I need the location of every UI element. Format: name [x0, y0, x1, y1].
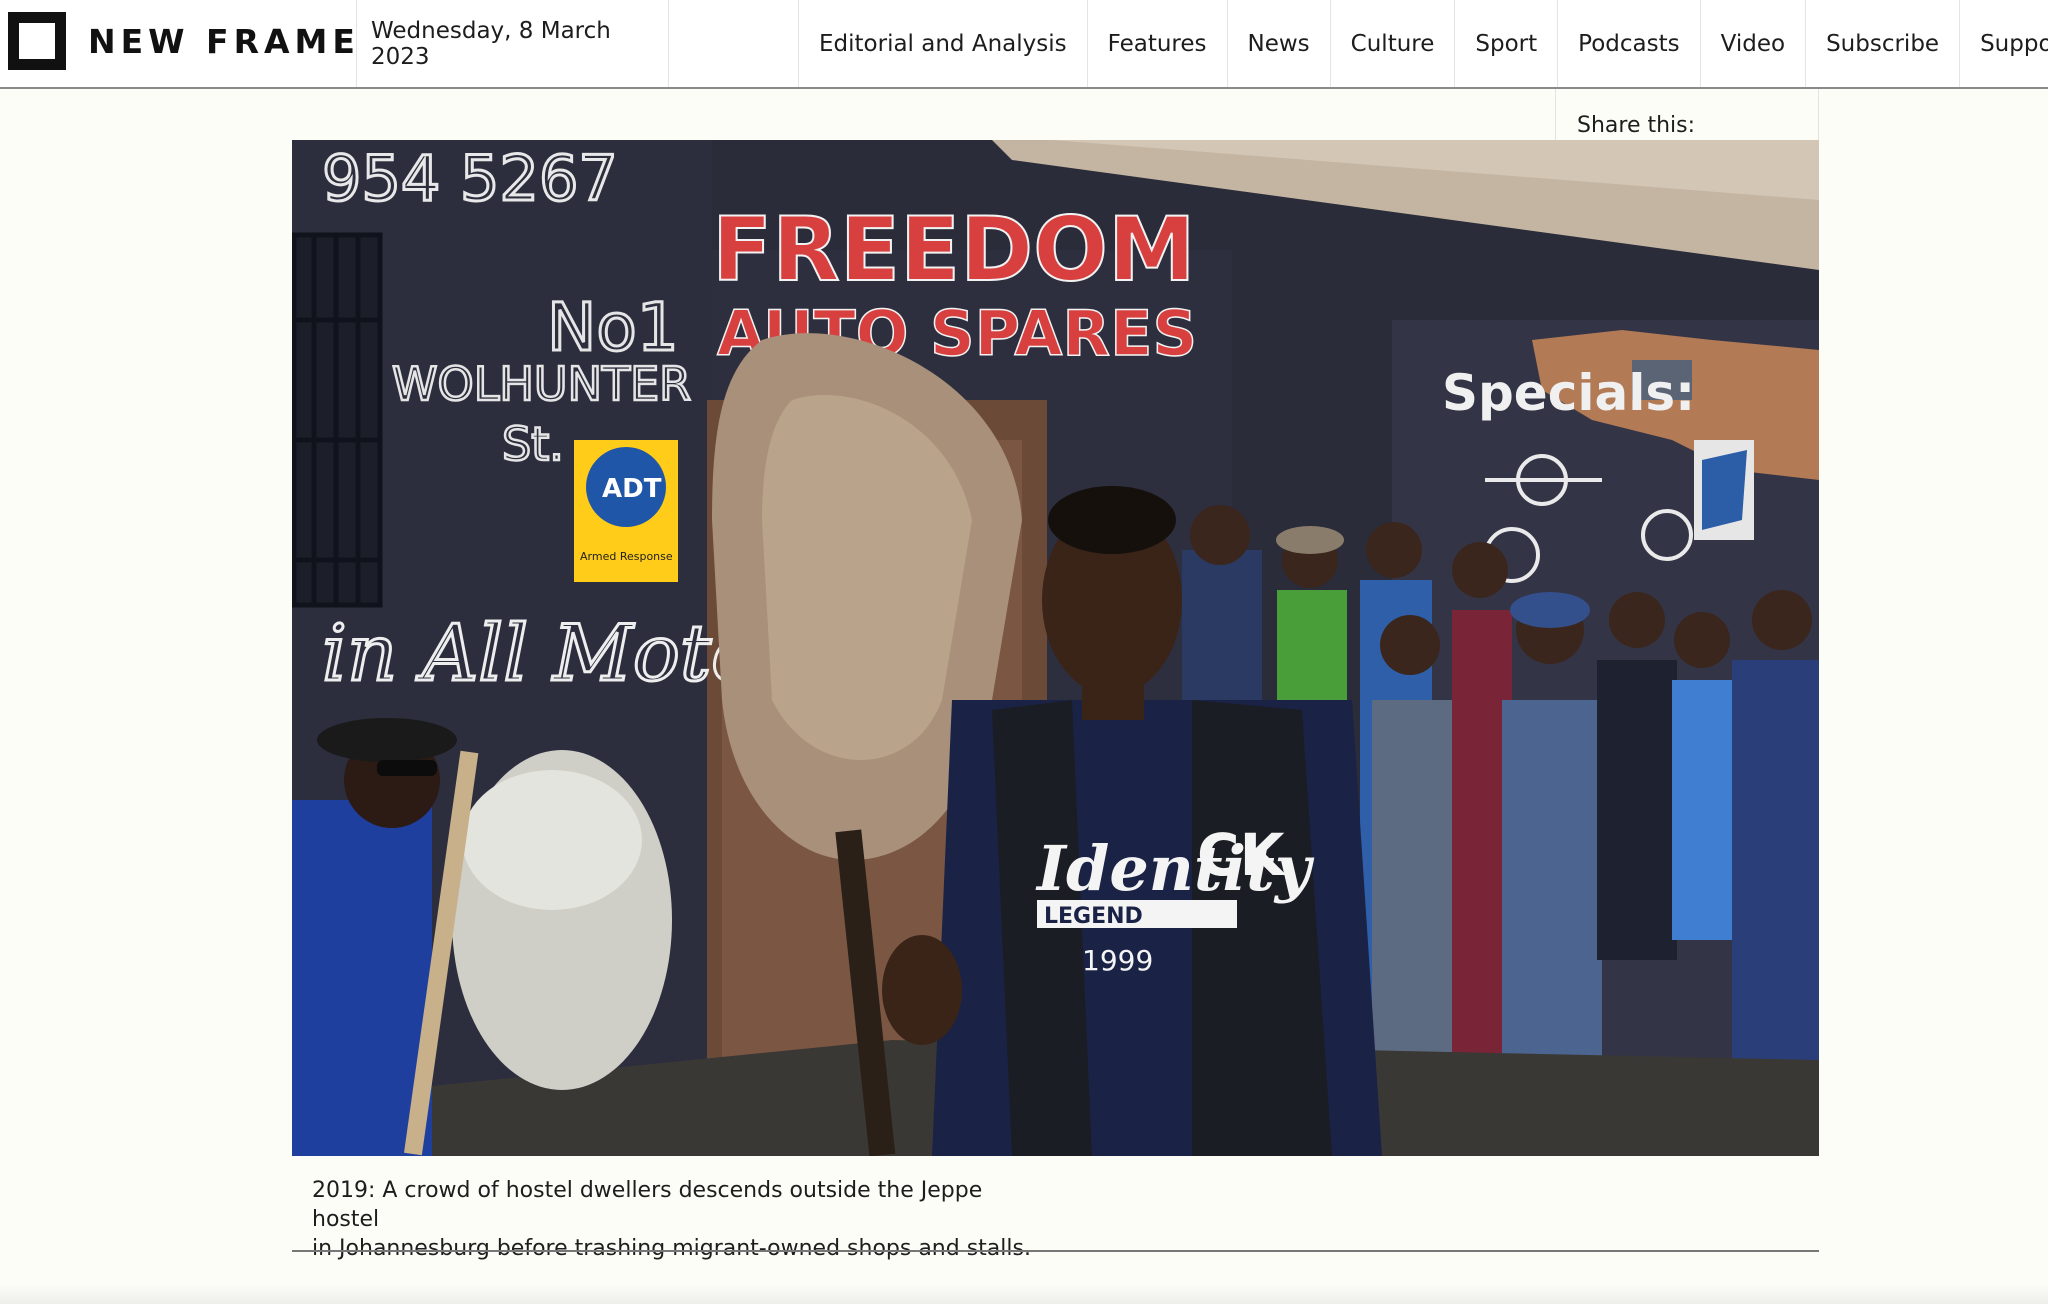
photo-illustration: 954 5267 FREEDOM AUTO SPARES No1 WOLHUNT… — [292, 140, 1819, 1156]
nav-podcasts[interactable]: Podcasts — [1558, 0, 1701, 87]
share-box: Share this: — [1555, 89, 1819, 140]
caption-divider — [292, 1250, 1819, 1252]
brand-name: NEW FRAME — [88, 21, 360, 61]
nav-editorial-and-analysis[interactable]: Editorial and Analysis — [799, 0, 1088, 87]
vest-text: CK — [1197, 821, 1287, 889]
shirt-sub-text: LEGEND — [1044, 904, 1143, 929]
wall-specials-text: Specials: — [1442, 364, 1695, 422]
nav-features[interactable]: Features — [1088, 0, 1228, 87]
article-photo: 954 5267 FREEDOM AUTO SPARES No1 WOLHUNT… — [292, 140, 1819, 1156]
nav-news[interactable]: News — [1228, 0, 1331, 87]
nav-culture[interactable]: Culture — [1331, 0, 1456, 87]
logo-mark-icon — [8, 12, 66, 70]
main-nav: Editorial and Analysis Features News Cul… — [798, 0, 2048, 87]
nav-video[interactable]: Video — [1701, 0, 1807, 87]
wall-street-text: WOLHUNTER — [392, 357, 691, 411]
page-bottom-shade — [0, 1284, 2048, 1304]
site-header: NEW FRAME Wednesday, 8 March 2023 Editor… — [0, 0, 2048, 89]
current-date: Wednesday, 8 March 2023 — [356, 0, 669, 87]
caption-line-1: 2019: A crowd of hostel dwellers descend… — [312, 1178, 983, 1232]
wall-number-text: No1 — [547, 289, 679, 366]
logo-link[interactable]: NEW FRAME — [8, 10, 360, 72]
wall-st-text: St. — [502, 417, 564, 471]
nav-sport[interactable]: Sport — [1455, 0, 1559, 87]
shirt-year-text: 1999 — [1082, 944, 1153, 977]
share-label: Share this: — [1577, 113, 1696, 138]
adt-sign-text: ADT — [602, 474, 662, 504]
nav-subscribe[interactable]: Subscribe — [1806, 0, 1961, 87]
wall-freedom-text: FREEDOM — [712, 198, 1196, 301]
wall-phone-text: 954 5267 — [322, 142, 618, 215]
adt-sign-subtext: Armed Response — [580, 550, 673, 563]
caption-line-2: in Johannesburg before trashing migrant-… — [312, 1236, 1031, 1261]
nav-support[interactable]: Support — [1960, 0, 2048, 87]
